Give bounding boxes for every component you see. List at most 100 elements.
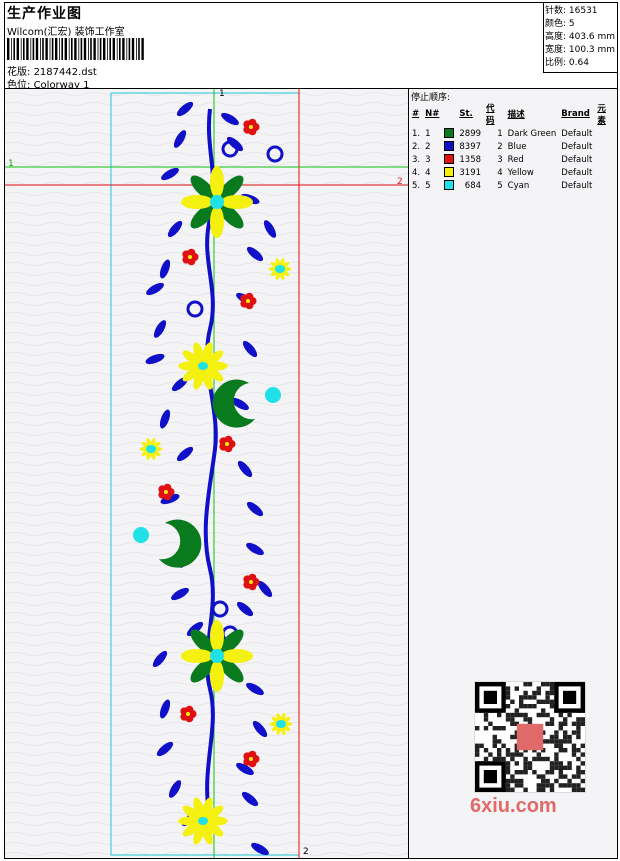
red-flower-center (225, 442, 229, 446)
row-description: Yellow (507, 167, 534, 178)
row-swatch (442, 127, 457, 140)
flower-petal (210, 620, 224, 652)
worksheet-header: 生产作业图 Wilcom(汇宏) 装饰工作室 花版: 2187442.dst 色… (5, 3, 617, 91)
row-element (595, 127, 617, 140)
red-flower-center (246, 299, 250, 303)
color-swatch (444, 154, 455, 165)
crescent-center (133, 527, 149, 543)
color-swatch (444, 128, 455, 139)
studio-name: Wilcom(汇宏) 装饰工作室 (7, 27, 125, 38)
row-brand: Default (561, 141, 593, 152)
color-count: 颜色: 5 (545, 19, 575, 29)
guide-top-label: 1 (219, 89, 225, 99)
row-swatch (442, 140, 457, 153)
row-index: 2. (412, 141, 421, 152)
table-row: 2. 2 8397 2 Blue Default (410, 140, 617, 153)
row-element (595, 153, 617, 166)
flower-petal (181, 195, 213, 209)
row-description: Blue (507, 141, 527, 152)
daisy-center (198, 817, 208, 825)
design-width: 宽度: 100.3 mm (545, 45, 616, 55)
red-flower-center (188, 255, 192, 259)
qr-code (474, 681, 586, 793)
table-row: 3. 3 1358 3 Red Default (410, 153, 617, 166)
col-element: 元素 (597, 104, 606, 126)
color-swatch (444, 167, 455, 178)
row-element (595, 166, 617, 179)
row-brand: Default (561, 180, 593, 191)
col-stitches: St. (459, 109, 473, 119)
row-stitches: 684 (464, 180, 482, 191)
row-needle: 2 (425, 141, 431, 152)
row-index: 5. (412, 180, 421, 191)
red-petal (187, 248, 196, 257)
color-sequence-table: # N# St. 代码 描述 Brand 元素 1. 1 2899 1 Dark Gre… (410, 102, 617, 192)
flower-petal (221, 195, 253, 209)
stitch-count: 针数: 16531 (545, 6, 598, 16)
row-swatch (442, 166, 457, 179)
table-row: 1. 1 2899 1 Dark Green Default (410, 127, 617, 140)
daisy-center (198, 362, 208, 370)
row-swatch (442, 179, 457, 192)
row-index: 1. (412, 128, 421, 139)
row-index: 3. (412, 154, 421, 165)
design-scale: 比例: 0.64 (545, 58, 589, 68)
col-needle: N# (425, 109, 440, 119)
guide-bottom-label: 2 (303, 847, 309, 857)
row-description: Cyan (507, 180, 530, 191)
row-needle: 1 (425, 128, 431, 139)
row-element (595, 179, 617, 192)
col-description: 描述 (507, 110, 525, 120)
table-row: 5. 5 684 5 Cyan Default (410, 179, 617, 192)
red-flower-center (249, 757, 253, 761)
red-petal (248, 573, 257, 582)
row-brand: Default (561, 154, 593, 165)
red-petal (163, 483, 172, 492)
row-index: 4. (412, 167, 421, 178)
row-code: 5 (497, 180, 503, 191)
flower-petal (221, 649, 253, 663)
watermark-logo: 6xiu.com (470, 795, 557, 817)
table-row: 4. 4 3191 4 Yellow Default (410, 166, 617, 179)
row-needle: 3 (425, 154, 431, 165)
row-code: 1 (497, 128, 503, 139)
flower-petal (210, 166, 224, 198)
guide-left-label: 1 (8, 159, 14, 169)
row-description: Red (507, 154, 524, 165)
red-flower-center (186, 712, 190, 716)
table-header-row: # N# St. 代码 描述 Brand 元素 (410, 102, 617, 127)
row-code: 3 (497, 154, 503, 165)
col-code: 代码 (486, 104, 495, 126)
row-needle: 4 (425, 167, 431, 178)
row-stitches: 1358 (459, 154, 482, 165)
row-brand: Default (561, 128, 593, 139)
flower-petal (210, 660, 224, 692)
color-swatch (444, 141, 455, 152)
col-swatch (442, 102, 457, 127)
row-brand: Default (561, 167, 593, 178)
row-stitches: 3191 (459, 167, 482, 178)
design-canvas[interactable]: 1 1 2 2 (5, 89, 409, 858)
red-petal (224, 435, 233, 444)
crescent-center (265, 387, 281, 403)
red-flower-center (164, 490, 168, 494)
daisy-center (275, 265, 285, 273)
design-height: 高度: 403.6 mm (545, 32, 616, 42)
row-code: 2 (497, 141, 503, 152)
red-petal (248, 118, 257, 127)
red-petal (248, 750, 257, 759)
row-description: Dark Green (507, 128, 557, 139)
row-element (595, 140, 617, 153)
row-swatch (442, 153, 457, 166)
row-code: 4 (497, 167, 503, 178)
daisy-center (146, 445, 156, 453)
red-flower-center (249, 125, 253, 129)
row-stitches: 2899 (459, 128, 482, 139)
flower-petal (210, 206, 224, 238)
flower-center (210, 649, 224, 663)
red-petal (185, 705, 194, 714)
flower-petal (181, 649, 213, 663)
barcode (7, 38, 144, 60)
color-swatch (444, 180, 455, 191)
red-petal (245, 292, 254, 301)
